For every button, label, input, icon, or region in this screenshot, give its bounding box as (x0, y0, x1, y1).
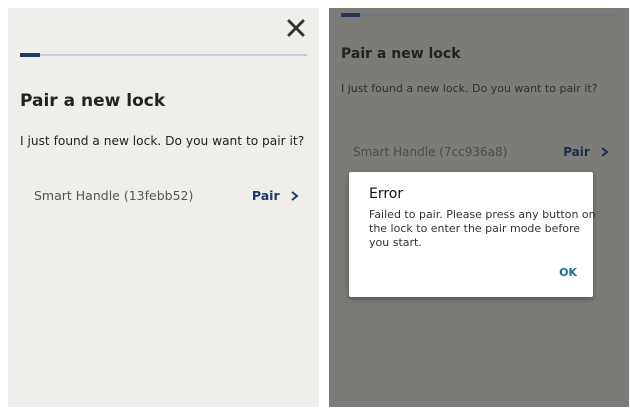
page-subtitle: I just found a new lock. Do you want to … (341, 82, 598, 95)
progress-bar (341, 13, 617, 17)
pair-button-label: Pair (251, 188, 280, 203)
progress-bar (20, 53, 307, 57)
close-icon[interactable] (285, 17, 307, 39)
pair-button: Pair (563, 145, 609, 159)
ok-button[interactable]: OK (559, 266, 577, 279)
pair-lock-screen: Pair a new lock I just found a new lock.… (8, 8, 319, 407)
pair-lock-error-screen: Pair a new lock I just found a new lock.… (329, 8, 629, 407)
dialog-title: Error (369, 186, 404, 202)
error-dialog: Error Failed to pair. Please press any b… (349, 172, 596, 297)
chevron-right-icon (291, 191, 299, 201)
device-name: Smart Handle (13febb52) (34, 188, 194, 203)
page-title: Pair a new lock (20, 91, 166, 111)
page-title: Pair a new lock (341, 46, 461, 62)
chevron-right-icon (601, 147, 609, 157)
dialog-message: Failed to pair. Please press any button … (369, 208, 596, 249)
progress-bar-fill (20, 53, 41, 57)
page-subtitle: I just found a new lock. Do you want to … (20, 134, 305, 148)
pair-button-label: Pair (563, 145, 590, 159)
pair-button[interactable]: Pair (252, 188, 299, 203)
device-name: Smart Handle (7cc936a8) (353, 145, 508, 159)
progress-bar-fill (341, 13, 361, 17)
